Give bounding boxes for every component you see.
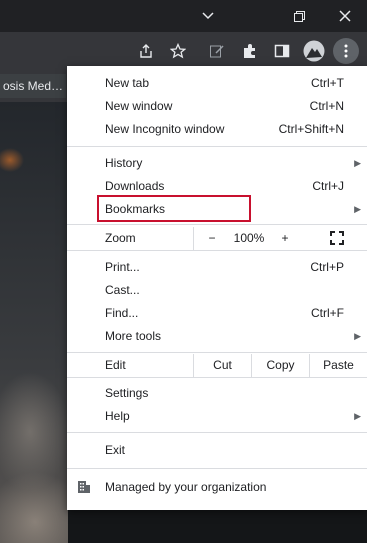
zoom-out-button[interactable]: − [199, 227, 225, 250]
zoom-row: Zoom − 100% + [67, 227, 367, 250]
avatar[interactable] [301, 38, 327, 64]
menu-item-new-incognito[interactable]: New Incognito window Ctrl+Shift+N [67, 118, 367, 141]
chevron-down-icon[interactable] [190, 0, 226, 32]
menu-item-cast[interactable]: Cast... [67, 279, 367, 302]
submenu-arrow-icon: ▶ [354, 158, 361, 168]
chrome-main-menu: New tab Ctrl+T New window Ctrl+N New Inc… [67, 66, 367, 510]
menu-divider [67, 377, 367, 378]
cut-button[interactable]: Cut [194, 354, 251, 377]
menu-item-find[interactable]: Find... Ctrl+F [67, 302, 367, 325]
title-bar [0, 0, 367, 32]
menu-divider [67, 352, 367, 353]
menu-item-managed[interactable]: Managed by your organization [67, 476, 367, 499]
menu-divider [67, 468, 367, 469]
bookmark-bar: osis Med… [0, 70, 68, 102]
submenu-arrow-icon: ▶ [354, 204, 361, 214]
building-icon [77, 480, 91, 497]
zoom-value: 100% [233, 231, 265, 245]
edit-icon[interactable] [204, 38, 230, 64]
kebab-menu-icon[interactable] [333, 38, 359, 64]
menu-divider [67, 432, 367, 433]
paste-button[interactable]: Paste [310, 354, 367, 377]
edit-row: Edit Cut Copy Paste [67, 354, 367, 377]
menu-divider [67, 224, 367, 225]
menu-item-history[interactable]: History ▶ [67, 152, 367, 175]
zoom-in-button[interactable]: + [273, 227, 297, 250]
tab-title[interactable]: osis Med… [0, 74, 66, 98]
edit-label: Edit [105, 358, 126, 372]
menu-item-new-tab[interactable]: New tab Ctrl+T [67, 72, 367, 95]
share-icon[interactable] [133, 38, 159, 64]
menu-item-help[interactable]: Help ▶ [67, 405, 367, 428]
zoom-label: Zoom [105, 231, 136, 245]
menu-divider [67, 250, 367, 251]
background-image [0, 102, 68, 543]
menu-item-settings[interactable]: Settings [67, 382, 367, 405]
menu-item-more-tools[interactable]: More tools ▶ [67, 325, 367, 348]
extensions-icon[interactable] [237, 38, 263, 64]
menu-item-print[interactable]: Print... Ctrl+P [67, 256, 367, 279]
sidepanel-icon[interactable] [269, 38, 295, 64]
menu-item-new-window[interactable]: New window Ctrl+N [67, 95, 367, 118]
fullscreen-icon[interactable] [322, 227, 352, 250]
highlight-box [97, 195, 251, 222]
submenu-arrow-icon: ▶ [354, 411, 361, 421]
copy-button[interactable]: Copy [252, 354, 309, 377]
menu-divider [67, 146, 367, 147]
restore-icon[interactable] [281, 0, 317, 32]
browser-toolbar [0, 32, 367, 70]
page-background-strip [68, 510, 367, 543]
close-icon[interactable] [327, 0, 363, 32]
star-icon[interactable] [165, 38, 191, 64]
menu-item-exit[interactable]: Exit [67, 439, 367, 462]
submenu-arrow-icon: ▶ [354, 331, 361, 341]
